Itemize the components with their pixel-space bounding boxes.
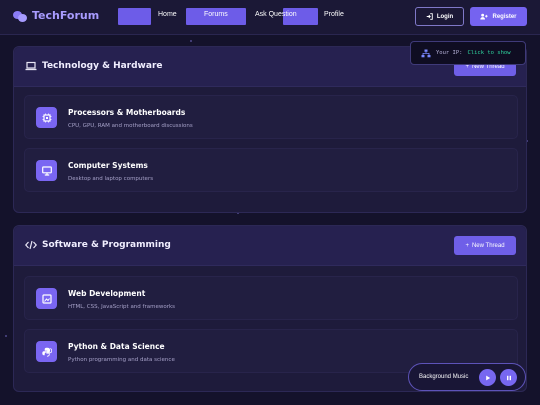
ip-label: Your IP: [436,50,463,56]
forum-title[interactable]: Computer Systems [68,161,148,170]
forum-row-web-development[interactable]: Web Development HTML, CSS, JavaScript an… [24,276,518,320]
play-icon [485,375,490,380]
section-header: Software & Programming + New Thread [14,226,526,266]
microchip-icon [36,107,57,128]
section-title: Technology & Hardware [42,61,163,71]
nav-highlight-home [118,8,151,25]
music-label: Background Music [419,374,469,380]
section-title: Software & Programming [42,240,171,250]
window-icon [36,288,57,309]
brand-logo[interactable]: TechForum [13,9,99,22]
ip-reveal-box[interactable]: Your IP: Click to show [410,41,526,65]
new-thread-label: New Thread [471,242,505,249]
desktop-icon [36,160,57,181]
background-star [190,40,192,42]
pause-button[interactable] [500,369,517,386]
laptop-icon [25,61,37,71]
forum-title[interactable]: Python & Data Science [68,342,165,351]
forum-row-computer-systems[interactable]: Computer Systems Desktop and laptop comp… [24,148,518,192]
python-icon [36,341,57,362]
nav-link-home[interactable]: Home [158,11,177,18]
forum-description: HTML, CSS, JavaScript and frameworks [68,304,176,310]
code-icon [25,240,37,250]
background-star [5,335,7,337]
register-button[interactable]: Register [470,7,527,26]
login-button[interactable]: Login [415,7,464,26]
nav-link-profile[interactable]: Profile [324,11,344,18]
forum-title[interactable]: Processors & Motherboards [68,108,185,117]
brand-name: TechForum [32,9,100,22]
register-label: Register [492,13,517,20]
nav-link-forums[interactable]: Forums [204,11,228,18]
forum-title[interactable]: Web Development [68,289,145,298]
ip-value[interactable]: Click to show [468,50,511,56]
plus-icon: + [465,242,469,249]
pause-icon [506,375,511,380]
section-technology-hardware: Technology & Hardware + New Thread Proce… [13,46,527,213]
forum-row-processors[interactable]: Processors & Motherboards CPU, GPU, RAM … [24,95,518,139]
user-plus-icon [480,13,489,20]
forum-description: CPU, GPU, RAM and motherboard discussion… [68,123,193,129]
forum-description: Python programming and data science [68,357,175,363]
background-music-player: Background Music [408,363,526,391]
play-button[interactable] [479,369,496,386]
login-label: Login [436,13,454,20]
nav-link-ask-question[interactable]: Ask Question [255,11,297,18]
network-icon [421,49,431,57]
sign-in-icon [426,13,433,20]
forum-description: Desktop and laptop computers [68,176,154,182]
chat-bubbles-icon [13,10,27,22]
top-navbar: TechForum Home Forums Ask Question Profi… [0,0,540,35]
new-thread-button[interactable]: + New Thread [454,236,516,255]
